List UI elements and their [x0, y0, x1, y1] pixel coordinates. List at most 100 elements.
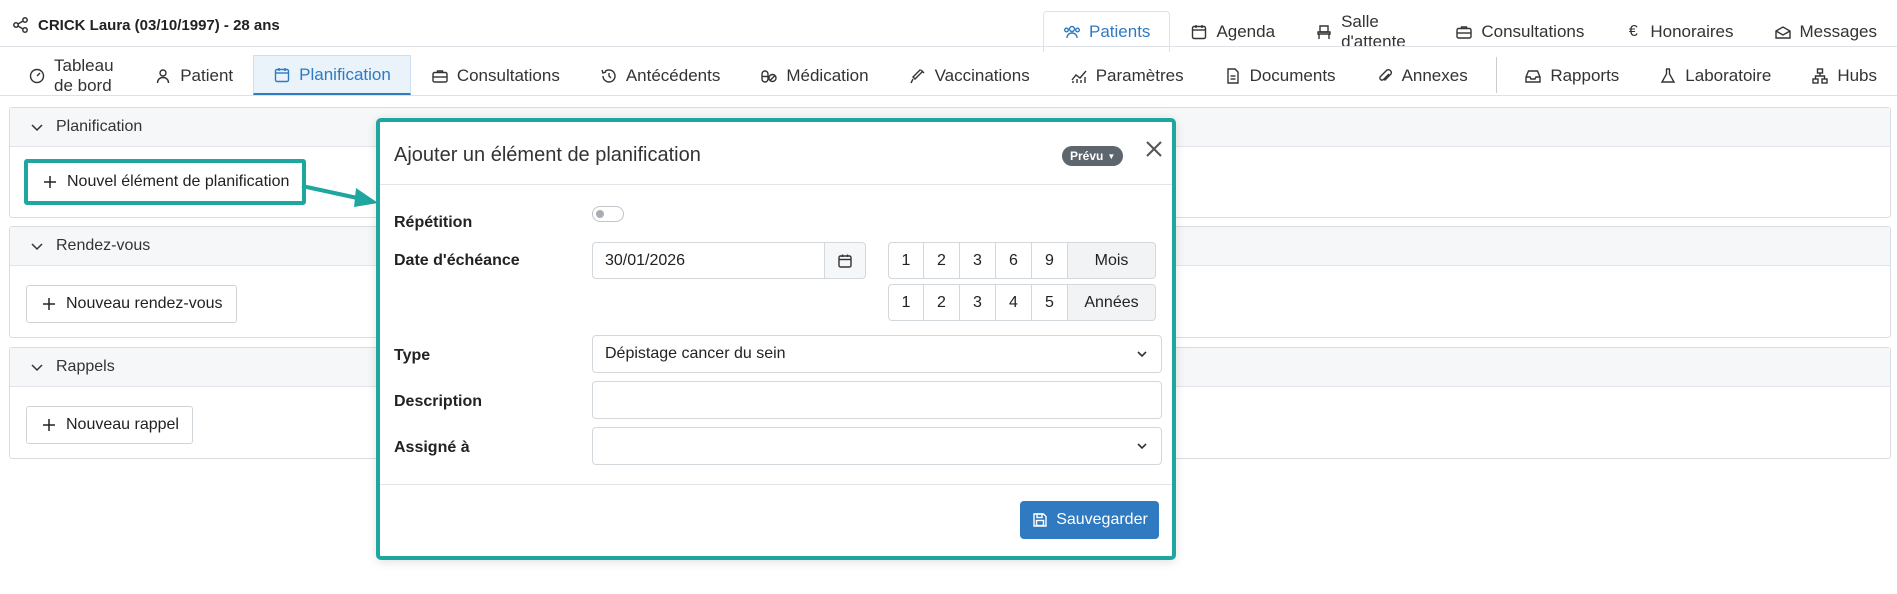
panel-title: Rendez-vous: [56, 237, 151, 254]
calendar-icon: [836, 252, 854, 270]
button-label: Nouvel élément de planification: [67, 173, 290, 190]
year-button-2[interactable]: 2: [924, 284, 960, 321]
calendar-button[interactable]: [824, 242, 866, 279]
top-tab-label: Patients: [1089, 22, 1151, 41]
sub-tab-laboratoire[interactable]: Laboratoire: [1639, 55, 1791, 95]
sub-tab-patient[interactable]: Patient: [134, 55, 253, 95]
plus-icon: [41, 173, 59, 191]
panel-title: Planification: [56, 118, 143, 135]
inbox-icon: [1524, 67, 1542, 85]
new-reminder-button[interactable]: Nouveau rappel: [26, 406, 193, 444]
sub-tab-label: Annexes: [1401, 65, 1468, 85]
annotation-arrow: [300, 178, 380, 208]
modal-footer-divider: [380, 484, 1172, 485]
pills-icon: [760, 67, 778, 85]
chevron-down-icon: [1133, 345, 1151, 363]
sub-tab-label: Rapports: [1550, 65, 1620, 85]
sub-tab-rapports[interactable]: Rapports: [1504, 55, 1639, 95]
euro-icon: €: [1628, 23, 1638, 40]
panel-title: Rappels: [56, 358, 115, 375]
due-date-label: Date d'échéance: [394, 252, 520, 269]
save-icon: [1031, 511, 1049, 529]
month-quick-select: 1 2 3 6 9 Mois: [888, 242, 1156, 279]
top-tab-label: Consultations: [1481, 22, 1585, 41]
type-select[interactable]: Dépistage cancer du sein: [592, 335, 1162, 373]
chevron-down-icon: [28, 358, 46, 376]
sub-tab-label: Tableau de bord: [54, 55, 114, 95]
status-badge-label: Prévu: [1070, 149, 1104, 163]
sub-tab-hubs[interactable]: Hubs: [1791, 55, 1897, 95]
month-button-1[interactable]: 1: [888, 242, 924, 279]
nav-separator: [1495, 57, 1497, 93]
file-icon: [1224, 67, 1242, 85]
sub-tab-annexes[interactable]: Annexes: [1356, 55, 1488, 95]
assigned-label: Assigné à: [394, 439, 470, 456]
due-date-value: 30/01/2026: [605, 251, 686, 269]
caret-down-icon: ▼: [1107, 151, 1116, 161]
month-button-6[interactable]: 6: [996, 242, 1032, 279]
chevron-down-icon: [1133, 437, 1151, 455]
repetition-label: Répétition: [394, 214, 473, 231]
users-icon: [1063, 23, 1081, 41]
sub-tab-medication[interactable]: Médication: [740, 55, 888, 95]
briefcase-icon: [431, 67, 449, 85]
year-quick-select: 1 2 3 4 5 Années: [888, 284, 1156, 321]
sub-tab-consultations[interactable]: Consultations: [411, 55, 580, 95]
month-button-9[interactable]: 9: [1032, 242, 1068, 279]
add-planning-modal: Ajouter un élément de planification Prév…: [376, 118, 1176, 560]
patient-header: CRICK Laura (03/10/1997) - 28 ans: [12, 16, 280, 34]
chair-icon: [1315, 23, 1333, 41]
year-button-1[interactable]: 1: [888, 284, 924, 321]
history-icon: [600, 67, 618, 85]
sub-tab-label: Planification: [299, 64, 391, 84]
top-divider: [0, 46, 1897, 47]
modal-header-divider: [380, 184, 1172, 185]
month-button-3[interactable]: 3: [960, 242, 996, 279]
paperclip-icon: [1376, 67, 1394, 85]
month-button-2[interactable]: 2: [924, 242, 960, 279]
sub-tab-label: Consultations: [456, 65, 560, 85]
mail-icon: [1774, 23, 1792, 41]
new-planning-item-button[interactable]: Nouvel élément de planification: [24, 159, 307, 205]
plus-icon: [40, 416, 58, 434]
top-tab-label: Honoraires: [1650, 22, 1734, 41]
top-nav: Patients Agenda Salle d'attente Consulta…: [1043, 5, 1897, 52]
syringe-icon: [909, 67, 927, 85]
button-label: Nouveau rappel: [66, 416, 179, 433]
sub-tab-vaccinations[interactable]: Vaccinations: [889, 55, 1050, 95]
description-input[interactable]: [592, 381, 1162, 419]
save-button[interactable]: Sauvegarder: [1020, 501, 1159, 539]
sub-tab-planification[interactable]: Planification: [253, 55, 411, 95]
sub-nav-divider: [0, 95, 1897, 96]
new-appointment-button[interactable]: Nouveau rendez-vous: [26, 285, 237, 323]
patient-sub-nav: Tableau de bord Patient Planification Co…: [8, 55, 1897, 95]
type-value: Dépistage cancer du sein: [605, 345, 786, 362]
plus-icon: [40, 295, 58, 313]
sub-tab-tableau-de-bord[interactable]: Tableau de bord: [8, 55, 134, 95]
sub-tab-parametres[interactable]: Paramètres: [1050, 55, 1204, 95]
close-icon[interactable]: [1142, 137, 1166, 161]
sub-tab-label: Patient: [180, 65, 234, 85]
year-button-5[interactable]: 5: [1032, 284, 1068, 321]
sub-tab-documents[interactable]: Documents: [1204, 55, 1356, 95]
flask-icon: [1659, 67, 1677, 85]
calendar-icon: [273, 66, 291, 84]
calendar-icon: [1190, 23, 1208, 41]
sub-tab-label: Laboratoire: [1685, 65, 1772, 85]
status-badge[interactable]: Prévu ▼: [1062, 146, 1124, 166]
year-button-3[interactable]: 3: [960, 284, 996, 321]
share-icon: [12, 16, 30, 34]
briefcase-icon: [1455, 23, 1473, 41]
top-tab-label: Messages: [1799, 22, 1877, 41]
sub-tab-label: Hubs: [1837, 65, 1877, 85]
repetition-toggle[interactable]: [592, 206, 624, 222]
sub-tab-antecedents[interactable]: Antécédents: [580, 55, 741, 95]
year-button-4[interactable]: 4: [996, 284, 1032, 321]
patient-title: CRICK Laura (03/10/1997) - 28 ans: [38, 16, 280, 34]
user-icon: [154, 67, 172, 85]
assigned-select[interactable]: [592, 427, 1162, 465]
chart-icon: [1070, 67, 1088, 85]
type-label: Type: [394, 347, 431, 364]
year-unit-label: Années: [1068, 284, 1156, 321]
sub-tab-label: Documents: [1249, 65, 1336, 85]
